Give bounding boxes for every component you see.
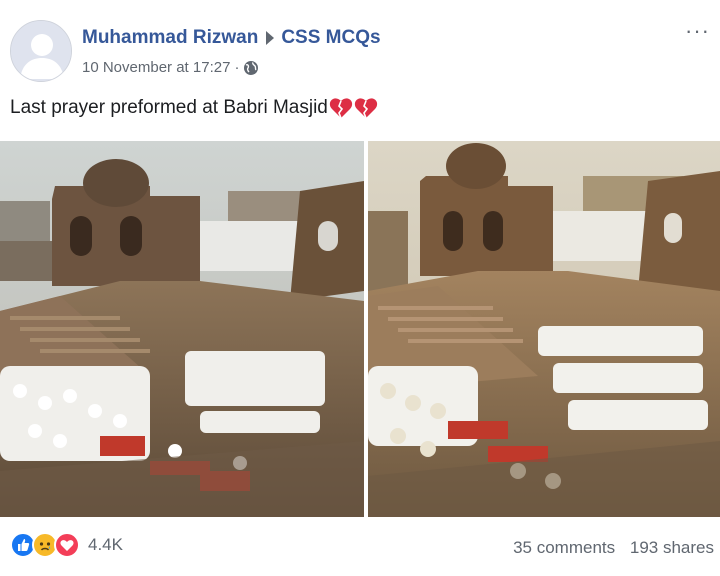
- facebook-post: Muhammad Rizwan CSS MCQs 10 November at …: [0, 0, 720, 576]
- author-name-link[interactable]: Muhammad Rizwan: [82, 27, 258, 49]
- author-line: Muhammad Rizwan CSS MCQs: [82, 27, 381, 49]
- globe-icon[interactable]: [243, 60, 259, 76]
- post-text: Last prayer preformed at Babri Masjid: [10, 97, 328, 118]
- reactions-summary[interactable]: 4.4K: [10, 532, 123, 558]
- mosque-prayer-photo: [368, 141, 720, 517]
- post-meta: 10 November at 17:27 ·: [82, 59, 259, 76]
- post-timestamp[interactable]: 10 November at 17:27: [82, 59, 230, 76]
- group-name-link[interactable]: CSS MCQs: [281, 27, 380, 49]
- broken-heart-icon: [354, 98, 378, 119]
- photo-left[interactable]: [0, 141, 364, 517]
- post-footer: 4.4K 35 comments 193 shares: [0, 526, 720, 570]
- post-message: Last prayer preformed at Babri Masjid: [10, 97, 378, 119]
- meta-separator: ·: [234, 59, 240, 76]
- comments-link[interactable]: 35 comments: [513, 538, 615, 557]
- shares-link[interactable]: 193 shares: [630, 538, 714, 557]
- photo-right[interactable]: [368, 141, 720, 517]
- engagement-stats: 35 comments 193 shares: [513, 538, 714, 558]
- broken-heart-icon: [329, 98, 353, 119]
- default-avatar-icon: [11, 21, 71, 81]
- reaction-count: 4.4K: [88, 535, 123, 554]
- author-avatar[interactable]: [10, 20, 72, 82]
- photo-grid: [0, 141, 720, 517]
- share-arrow-icon: [266, 31, 275, 45]
- more-options-icon[interactable]: ···: [685, 20, 710, 42]
- post-header: Muhammad Rizwan CSS MCQs 10 November at …: [10, 20, 710, 84]
- love-icon: [54, 532, 80, 558]
- mosque-prayer-photo: [0, 141, 364, 517]
